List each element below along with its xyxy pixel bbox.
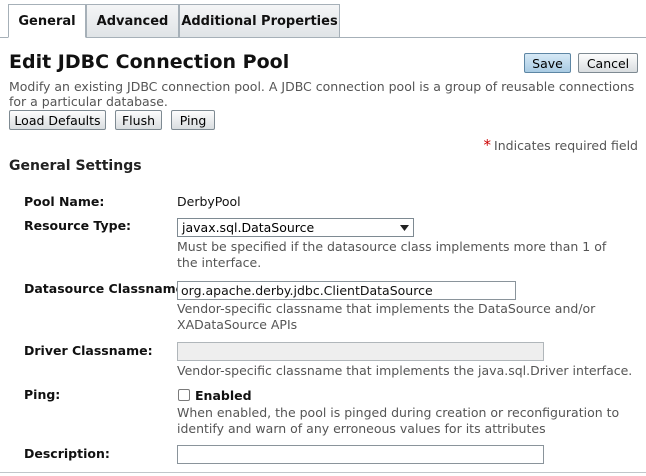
description-label: Description: [24,446,110,461]
bottom-divider [0,472,646,473]
tab-bar-divider [0,37,646,38]
datasource-classname-value: org.apache.derby.jdbc.ClientDataSource [181,283,433,298]
tab-general[interactable]: General [8,4,86,38]
datasource-classname-help: Vendor-specific classname that implement… [177,301,596,332]
required-note-text: Indicates required field [494,138,638,153]
resource-type-help: Must be specified if the datasource clas… [177,239,607,270]
required-field-note: * Indicates required field [484,136,638,154]
tab-additional-properties[interactable]: Additional Properties [179,4,340,38]
driver-classname-field[interactable] [177,342,544,361]
tab-advanced[interactable]: Advanced [86,4,179,38]
resource-type-select[interactable]: javax.sql.DataSource [177,218,414,237]
datasource-classname-field[interactable]: org.apache.derby.jdbc.ClientDataSource [177,281,516,300]
ping-button[interactable]: Ping [171,110,215,130]
save-button[interactable]: Save [524,53,571,73]
ping-help: When enabled, the pool is pinged during … [177,405,620,436]
cancel-button[interactable]: Cancel [578,53,638,73]
pool-name-value: DerbyPool [177,194,241,209]
datasource-classname-label: Datasource Classname: [24,281,190,296]
required-star-icon: * [483,136,492,154]
flush-button[interactable]: Flush [115,110,162,130]
ping-enabled-checkbox[interactable] [178,389,190,401]
resource-type-selected-value: javax.sql.DataSource [182,220,315,235]
ping-label: Ping: [24,387,61,402]
description-field[interactable] [177,445,544,464]
chevron-down-icon[interactable] [398,221,411,234]
resource-type-label: Resource Type: [24,218,132,233]
load-defaults-button[interactable]: Load Defaults [9,110,106,130]
tab-bar: General Advanced Additional Properties [0,0,646,38]
section-title: General Settings [9,158,142,174]
driver-classname-help: Vendor-specific classname that implement… [177,363,633,378]
ping-enabled-label[interactable]: Enabled [195,388,252,403]
pool-name-label: Pool Name: [24,194,105,209]
driver-classname-label: Driver Classname: [24,343,153,358]
page-title: Edit JDBC Connection Pool [9,51,290,73]
page-description: Modify an existing JDBC connection pool.… [9,79,635,109]
